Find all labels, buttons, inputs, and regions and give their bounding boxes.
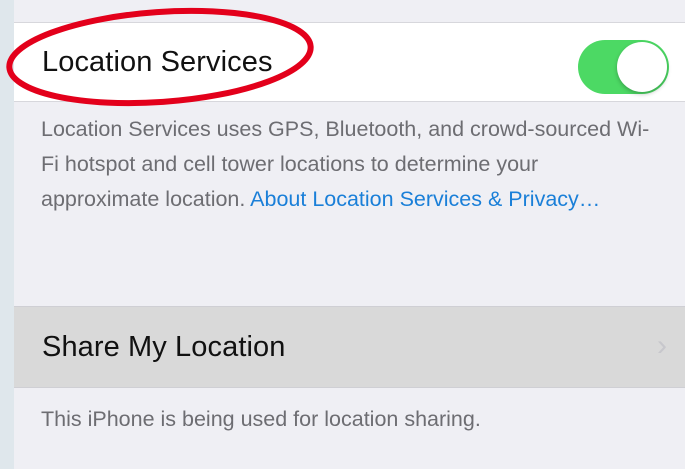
about-location-privacy-link[interactable]: About Location Services & Privacy… <box>250 187 600 211</box>
location-services-label: Location Services <box>42 45 273 78</box>
location-services-row[interactable]: Location Services <box>14 22 685 102</box>
settings-screen: Location Services Location Services uses… <box>14 0 685 469</box>
chevron-right-icon: › <box>657 329 667 362</box>
toggle-knob <box>617 42 667 92</box>
location-services-description: Location Services uses GPS, Bluetooth, a… <box>41 112 651 217</box>
share-my-location-row[interactable]: Share My Location › <box>14 306 685 388</box>
share-location-footer: This iPhone is being used for location s… <box>41 407 481 431</box>
share-my-location-label: Share My Location <box>42 330 286 363</box>
location-services-toggle[interactable] <box>578 40 669 94</box>
